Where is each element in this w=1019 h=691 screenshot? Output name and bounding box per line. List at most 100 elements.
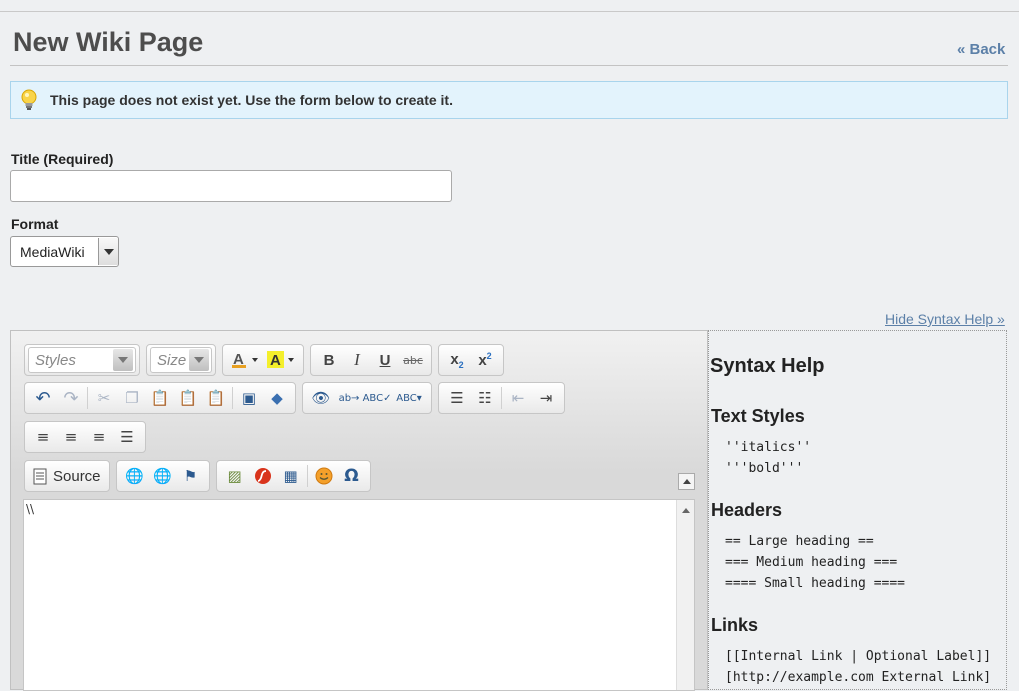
cut-icon: ✂ bbox=[97, 389, 111, 407]
script-group: x2 x2 bbox=[438, 344, 504, 376]
copy-button[interactable]: ❐ bbox=[118, 385, 146, 411]
back-link[interactable]: « Back bbox=[957, 41, 1005, 58]
styles-group: Styles bbox=[24, 344, 140, 376]
redo-button[interactable]: ↷ bbox=[57, 385, 85, 411]
cut-button[interactable]: ✂ bbox=[90, 385, 118, 411]
superscript-icon: x2 bbox=[478, 351, 492, 369]
lightbulb-icon bbox=[21, 89, 37, 110]
anchor-button[interactable]: ⚑ bbox=[177, 463, 205, 489]
numbered-list-button[interactable]: ☰ bbox=[443, 385, 471, 411]
syntax-code-line: [[Internal Link | Optional Label]] bbox=[725, 649, 992, 664]
unlink-icon: 🌐 bbox=[153, 467, 172, 485]
bulleted-list-button[interactable]: ☷ bbox=[471, 385, 499, 411]
select-all-button[interactable]: ▣ bbox=[235, 385, 263, 411]
underline-icon: U bbox=[379, 351, 391, 369]
paste-button[interactable]: 📋 bbox=[146, 385, 174, 411]
format-dropdown-arrow[interactable] bbox=[98, 238, 118, 265]
justify-button[interactable]: ☰ bbox=[113, 424, 141, 450]
undo-button[interactable]: ↶ bbox=[29, 385, 57, 411]
collapse-toolbar-button[interactable] bbox=[678, 473, 695, 490]
document-icon bbox=[33, 468, 47, 484]
bold-icon: B bbox=[323, 351, 335, 369]
table-icon: ▦ bbox=[283, 467, 298, 485]
find-button[interactable]: 👁 bbox=[307, 385, 335, 411]
styles-combo[interactable]: Styles bbox=[28, 347, 136, 373]
flash-icon bbox=[254, 468, 271, 484]
spellcheck-as-you-type-button[interactable]: ABC▾ bbox=[391, 385, 427, 411]
flag-icon: ⚑ bbox=[183, 467, 198, 485]
toolbar-row-1: Styles Size A A B I U abc x2 x2 bbox=[24, 344, 504, 376]
title-label: Title (Required) bbox=[11, 151, 114, 167]
spellcheck-button[interactable]: ABC✓ bbox=[363, 385, 392, 411]
syntax-code-line: ==== Small heading ==== bbox=[725, 576, 906, 591]
format-select[interactable]: MediaWiki bbox=[10, 236, 119, 267]
binoculars-icon: 👁 bbox=[311, 389, 331, 407]
subscript-button[interactable]: x2 bbox=[443, 347, 471, 373]
syntax-code-line: ''italics'' bbox=[725, 440, 812, 455]
outdent-button[interactable]: ⇤ bbox=[504, 385, 532, 411]
toolbar-row-3: ≡ ≡ ≡ ☰ bbox=[24, 421, 146, 453]
align-right-icon: ≡ bbox=[92, 428, 106, 446]
align-group: ≡ ≡ ≡ ☰ bbox=[24, 421, 146, 453]
align-right-button[interactable]: ≡ bbox=[85, 424, 113, 450]
strike-button[interactable]: abc bbox=[399, 347, 427, 373]
align-left-button[interactable]: ≡ bbox=[29, 424, 57, 450]
color-group: A A bbox=[222, 344, 304, 376]
editor-scrollbar[interactable] bbox=[676, 500, 694, 690]
align-center-button[interactable]: ≡ bbox=[57, 424, 85, 450]
source-button-label: Source bbox=[53, 467, 101, 485]
title-input[interactable] bbox=[10, 170, 452, 202]
table-button[interactable]: ▦ bbox=[277, 463, 305, 489]
italic-button[interactable]: I bbox=[343, 347, 371, 373]
link-group: 🌐 🌐 ⚑ bbox=[115, 460, 210, 492]
underline-button[interactable]: U bbox=[371, 347, 399, 373]
chevron-down-icon bbox=[118, 357, 128, 363]
spellcheck-menu-icon: ABC▾ bbox=[396, 392, 422, 404]
smiley-button[interactable] bbox=[310, 463, 338, 489]
flash-button[interactable] bbox=[249, 463, 277, 489]
background-color-button[interactable]: A bbox=[263, 347, 299, 373]
paste-text-icon: 📋 bbox=[178, 389, 198, 407]
title-divider bbox=[10, 65, 1008, 66]
unlink-button[interactable]: 🌐 bbox=[149, 463, 177, 489]
source-button[interactable]: Source bbox=[29, 468, 105, 485]
editor-text-area[interactable]: \\ bbox=[23, 499, 695, 691]
styles-combo-label: Styles bbox=[35, 351, 76, 369]
text-color-button[interactable]: A bbox=[227, 347, 263, 373]
link-button[interactable]: 🌐 bbox=[121, 463, 149, 489]
smiley-icon bbox=[315, 467, 333, 485]
editor-content: \\ bbox=[26, 502, 35, 516]
format-select-value: MediaWiki bbox=[20, 243, 85, 260]
redo-icon: ↷ bbox=[63, 387, 79, 409]
indent-button[interactable]: ⇥ bbox=[532, 385, 560, 411]
bold-button[interactable]: B bbox=[315, 347, 343, 373]
image-button[interactable]: ▨ bbox=[221, 463, 249, 489]
syntax-code-line: == Large heading == bbox=[725, 534, 874, 549]
hide-syntax-help-link[interactable]: Hide Syntax Help » bbox=[885, 311, 1005, 327]
source-group: Source bbox=[24, 460, 110, 492]
info-notice: This page does not exist yet. Use the fo… bbox=[10, 81, 1008, 119]
special-char-button[interactable]: Ω bbox=[338, 463, 366, 489]
syntax-code-line: [http://example.com External Link] bbox=[725, 670, 992, 685]
replace-button[interactable]: ab→ bbox=[335, 385, 363, 411]
notice-text: This page does not exist yet. Use the fo… bbox=[50, 92, 453, 108]
strikethrough-icon: abc bbox=[403, 353, 423, 367]
paste-text-button[interactable]: 📋 bbox=[174, 385, 202, 411]
size-group: Size bbox=[146, 344, 216, 376]
svg-text:A: A bbox=[270, 352, 281, 369]
superscript-button[interactable]: x2 bbox=[471, 347, 499, 373]
rich-text-editor: Styles Size A A B I U abc x2 x2 ↶ ↷ ✂ ❐ … bbox=[10, 330, 708, 691]
subscript-icon: x2 bbox=[450, 350, 464, 370]
paste-word-icon: 📋 bbox=[206, 389, 226, 407]
size-combo[interactable]: Size bbox=[150, 347, 212, 373]
basic-style-group: B I U abc bbox=[310, 344, 432, 376]
remove-format-button[interactable]: ◆ bbox=[263, 385, 291, 411]
eraser-icon: ◆ bbox=[271, 389, 283, 407]
size-combo-label: Size bbox=[157, 351, 187, 369]
paste-word-button[interactable]: 📋 bbox=[202, 385, 230, 411]
syntax-section-title: Text Styles bbox=[711, 406, 805, 426]
justify-icon: ☰ bbox=[120, 428, 134, 446]
indent-icon: ⇥ bbox=[539, 389, 553, 407]
syntax-section-title: Links bbox=[711, 615, 759, 635]
align-center-icon: ≡ bbox=[64, 428, 78, 446]
